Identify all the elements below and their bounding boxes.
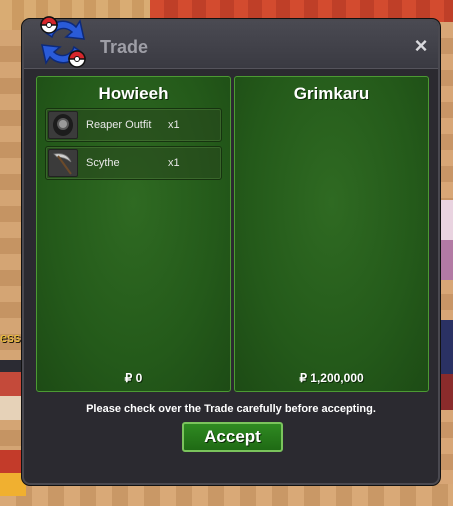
item-name: Scythe [86,157,120,169]
money-offer: ₽ 1,200,000 [299,371,364,385]
trade-item[interactable]: Scythe x1 [45,146,222,180]
accept-button[interactable]: Accept [182,422,283,452]
item-quantity: x1 [168,119,180,131]
trader-name: Grimkaru [293,84,370,103]
trade-window: Trade × Howieeh Reaper Outfit x1 Scythe … [22,16,440,485]
trader-name: Howieeh [98,84,169,103]
window-title: Trade [100,37,149,57]
trade-item[interactable]: Reaper Outfit x1 [45,108,222,142]
close-button[interactable]: × [412,35,430,57]
trade-notice: Please check over the Trade carefully be… [86,403,376,415]
game-background-bottom [0,484,453,506]
money-offer: ₽ 0 [124,371,143,385]
trade-swap-icon [40,16,86,68]
reaper-outfit-icon [48,111,78,139]
item-name: Reaper Outfit [86,119,152,131]
trade-offer-panel-partner: Grimkaru ₽ 1,200,000 [234,76,429,392]
item-quantity: x1 [168,157,180,169]
scythe-icon [48,149,78,177]
trade-offer-panel-self: Howieeh Reaper Outfit x1 Scythe x1 ₽ 0 [36,76,231,392]
